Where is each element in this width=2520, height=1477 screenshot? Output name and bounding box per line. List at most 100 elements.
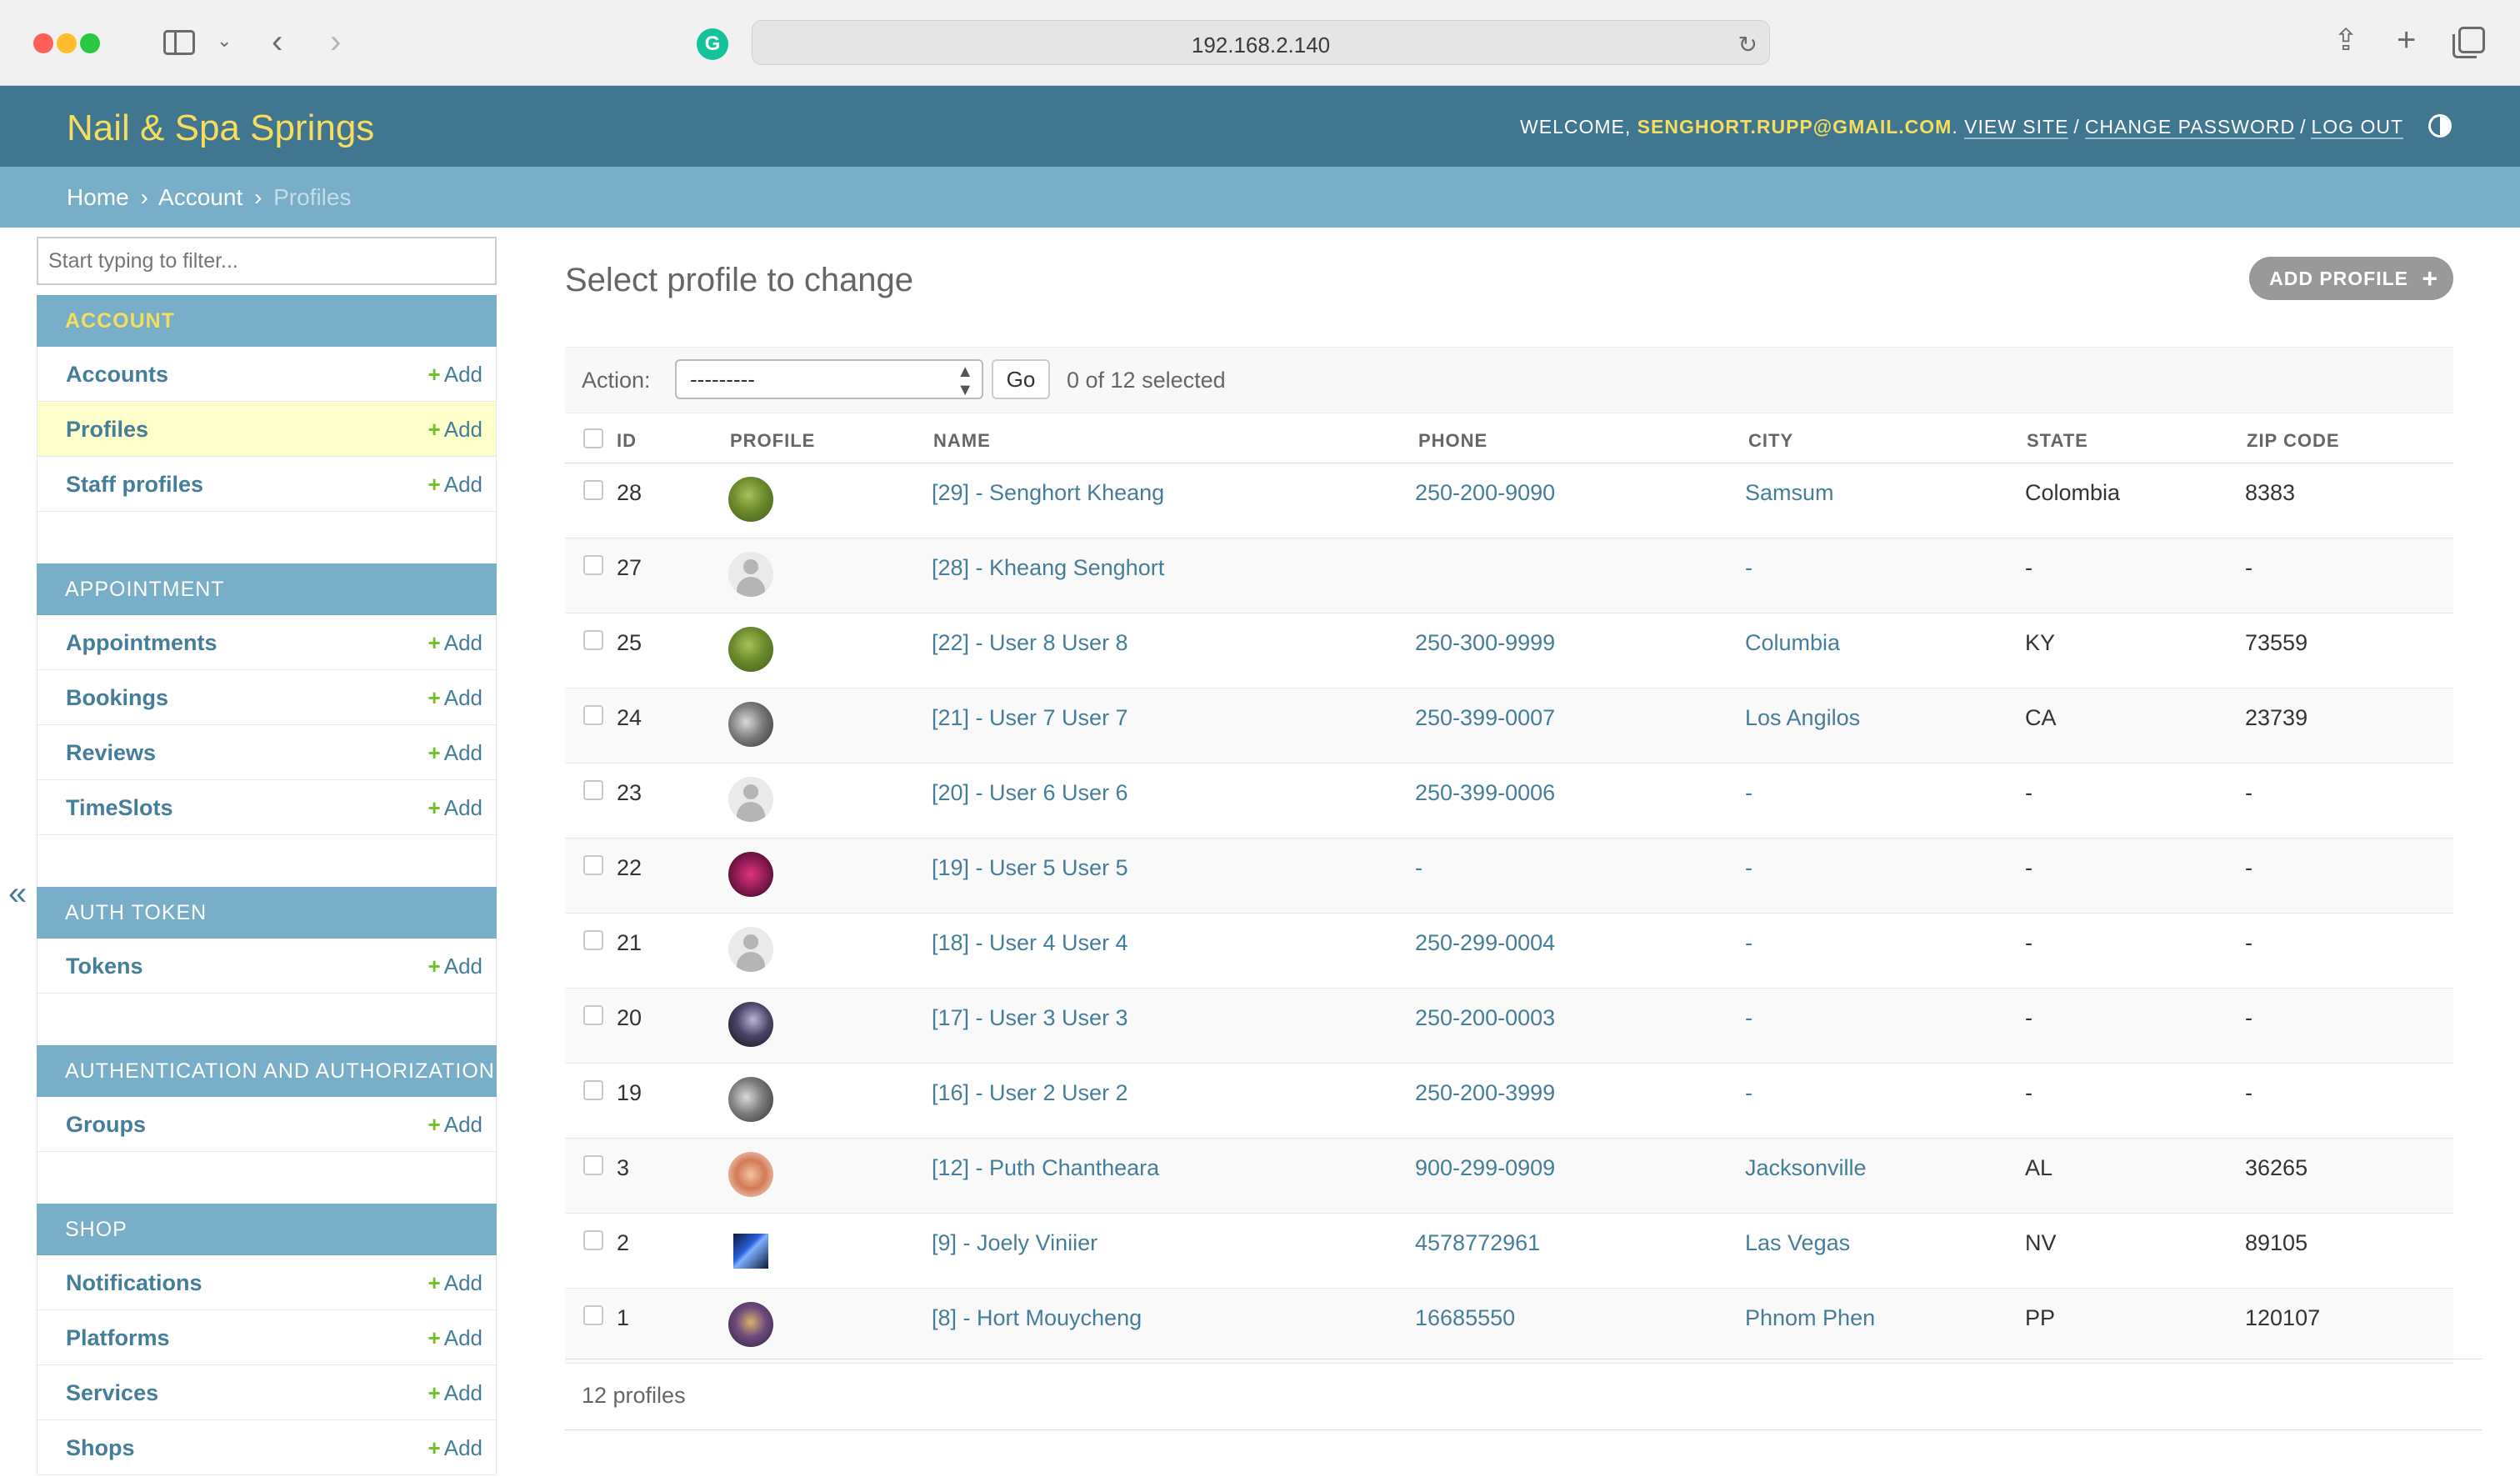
share-icon[interactable]: ⇪ xyxy=(2333,25,2358,55)
sidebar-add-link[interactable]: + Add xyxy=(428,1112,482,1138)
add-plus-icon: + xyxy=(428,1380,441,1405)
breadcrumb-home[interactable]: Home xyxy=(67,184,129,210)
sidebar-add-link[interactable]: + Add xyxy=(428,795,482,821)
sidebar-item-link[interactable]: Services xyxy=(66,1380,158,1406)
sidebar-module-caption[interactable]: Auth Token xyxy=(37,887,497,939)
action-select[interactable]: --------- ▲ ▼ xyxy=(675,359,983,399)
sidebar-item-link[interactable]: Accounts xyxy=(66,362,168,388)
sidebar-item-link[interactable]: Notifications xyxy=(66,1270,202,1296)
sidebar-module-caption[interactable]: Account xyxy=(37,295,497,347)
back-arrow-icon[interactable]: ‹ xyxy=(272,25,282,58)
table-header: ID Profile Name Phone City State Zip cod… xyxy=(565,413,2453,463)
sidebar-item-link[interactable]: Appointments xyxy=(66,630,218,656)
name-link[interactable]: [17] - User 3 User 3 xyxy=(932,1005,1128,1031)
sidebar-filter-input[interactable] xyxy=(37,237,497,285)
default-avatar-icon xyxy=(728,552,773,597)
name-link[interactable]: [16] - User 2 User 2 xyxy=(932,1080,1128,1106)
name-link[interactable]: [20] - User 6 User 6 xyxy=(932,780,1128,806)
close-window-button[interactable] xyxy=(33,33,53,53)
sidebar-module-caption[interactable]: Shop xyxy=(37,1204,497,1255)
sidebar-module-caption[interactable]: Appointment xyxy=(37,563,497,615)
row-checkbox[interactable] xyxy=(583,1080,603,1100)
sidebar-item-link[interactable]: Platforms xyxy=(66,1325,170,1351)
column-header-zip-code[interactable]: Zip code xyxy=(2247,430,2340,452)
table-body: 28 [29] - Senghort Kheang 250-200-9090 Sams… xyxy=(565,463,2453,1364)
name-link[interactable]: [28] - Kheang Senghort xyxy=(932,555,1164,581)
go-button[interactable]: Go xyxy=(992,359,1050,399)
name-link[interactable]: [29] - Senghort Kheang xyxy=(932,480,1164,506)
sidebar-add-link[interactable]: + Add xyxy=(428,685,482,711)
sidebar-module-caption[interactable]: Authentication and Authorization xyxy=(37,1045,497,1097)
name-link[interactable]: [18] - User 4 User 4 xyxy=(932,930,1128,956)
reload-icon[interactable]: ↻ xyxy=(1738,31,1758,58)
row-checkbox[interactable] xyxy=(583,1155,603,1175)
column-header-state[interactable]: State xyxy=(2027,430,2088,452)
sidebar-item-link[interactable]: Reviews xyxy=(66,740,156,766)
log-out-link[interactable]: Log out xyxy=(2311,116,2403,139)
row-checkbox[interactable] xyxy=(583,1305,603,1325)
select-all-checkbox[interactable] xyxy=(583,428,603,448)
name-link[interactable]: [19] - User 5 User 5 xyxy=(932,855,1128,881)
sidebar-item-link[interactable]: Bookings xyxy=(66,685,168,711)
sidebar-item-link[interactable]: Staff profiles xyxy=(66,472,203,498)
row-checkbox[interactable] xyxy=(583,555,603,575)
view-site-link[interactable]: View site xyxy=(1964,116,2069,139)
name-link[interactable]: [9] - Joely Viniier xyxy=(932,1230,1098,1256)
row-checkbox[interactable] xyxy=(583,1230,603,1250)
name-link[interactable]: [21] - User 7 User 7 xyxy=(932,705,1128,731)
sidebar-add-link[interactable]: + Add xyxy=(428,1435,482,1461)
row-checkbox[interactable] xyxy=(583,855,603,875)
id-cell: 22 xyxy=(617,855,642,880)
column-header-phone[interactable]: Phone xyxy=(1418,430,1488,452)
grammarly-extension-icon[interactable]: G xyxy=(697,28,728,60)
sidebar-add-link[interactable]: + Add xyxy=(428,630,482,656)
add-plus-icon: + xyxy=(428,472,441,497)
sidebar-item-link[interactable]: Shops xyxy=(66,1435,135,1461)
row-checkbox[interactable] xyxy=(583,705,603,725)
profile-avatar xyxy=(728,852,773,897)
sidebar-add-link[interactable]: + Add xyxy=(428,472,482,498)
sidebar-item-link[interactable]: Groups xyxy=(66,1112,146,1138)
name-link[interactable]: [8] - Hort Mouycheng xyxy=(932,1305,1142,1331)
add-profile-button[interactable]: Add profile + xyxy=(2249,257,2453,300)
row-checkbox[interactable] xyxy=(583,780,603,800)
column-header-profile[interactable]: Profile xyxy=(730,430,815,452)
theme-toggle-icon[interactable] xyxy=(2428,114,2452,138)
row-checkbox[interactable] xyxy=(583,1005,603,1025)
row-checkbox[interactable] xyxy=(583,930,603,950)
site-name[interactable]: Nail & Spa Springs xyxy=(67,108,374,149)
sidebar-item-link[interactable]: Profiles xyxy=(66,417,148,443)
address-bar[interactable]: 192.168.2.140 ↻ xyxy=(752,20,1770,65)
sidebar-add-link[interactable]: + Add xyxy=(428,417,482,443)
sidebar-add-link[interactable]: + Add xyxy=(428,1380,482,1406)
state-cell: PP xyxy=(2025,1305,2056,1330)
sidebar-add-link[interactable]: + Add xyxy=(428,740,482,766)
sidebar-add-link[interactable]: + Add xyxy=(428,954,482,979)
sidebar-toggle-icon[interactable] xyxy=(163,30,195,55)
collapse-sidebar-icon[interactable]: « xyxy=(8,875,27,913)
column-header-name[interactable]: Name xyxy=(933,430,991,452)
name-link[interactable]: [12] - Puth Chantheara xyxy=(932,1155,1159,1181)
row-checkbox[interactable] xyxy=(583,630,603,650)
sidebar-item-link[interactable]: Tokens xyxy=(66,954,143,979)
row-checkbox[interactable] xyxy=(583,480,603,500)
change-password-link[interactable]: Change password xyxy=(2084,116,2296,139)
zoom-window-button[interactable] xyxy=(80,33,100,53)
name-link[interactable]: [22] - User 8 User 8 xyxy=(932,630,1128,656)
sidebar-add-link[interactable]: + Add xyxy=(428,362,482,388)
zip-cell: - xyxy=(2245,1005,2252,1030)
forward-arrow-icon[interactable]: › xyxy=(330,25,341,58)
profile-avatar xyxy=(728,1002,773,1047)
sidebar-add-link[interactable]: + Add xyxy=(428,1325,482,1351)
new-tab-icon[interactable]: + xyxy=(2397,23,2416,57)
tab-overview-icon[interactable] xyxy=(2452,27,2485,58)
table-row: 2 [9] - Joely Viniier 4578772961 Las Vegas N… xyxy=(565,1214,2453,1289)
chevron-down-icon[interactable]: ⌄ xyxy=(217,32,232,50)
sidebar-add-link[interactable]: + Add xyxy=(428,1270,482,1296)
sidebar-item: Profiles + Add xyxy=(37,402,497,457)
column-header-id[interactable]: ID xyxy=(617,430,637,452)
column-header-city[interactable]: City xyxy=(1748,430,1793,452)
breadcrumb-account[interactable]: Account xyxy=(158,184,242,210)
sidebar-item-link[interactable]: TimeSlots xyxy=(66,795,173,821)
minimize-window-button[interactable] xyxy=(57,33,77,53)
